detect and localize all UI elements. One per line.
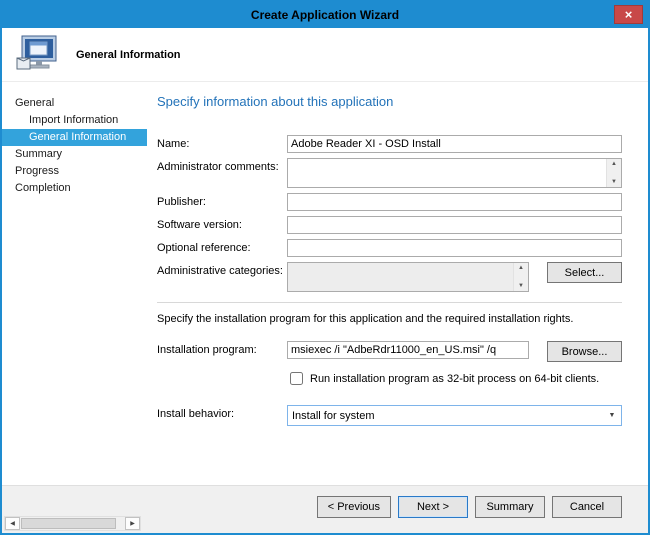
software-version-input[interactable] bbox=[287, 216, 622, 234]
software-version-label: Software version: bbox=[157, 216, 287, 231]
optional-reference-row: Optional reference: bbox=[157, 239, 622, 257]
administrative-categories-row: Administrative categories: ▲ ▼ Select... bbox=[157, 262, 622, 292]
select-button[interactable]: Select... bbox=[547, 262, 622, 283]
close-button[interactable]: × bbox=[614, 5, 643, 24]
name-row: Name: bbox=[157, 135, 622, 153]
publisher-input[interactable] bbox=[287, 193, 622, 211]
chevron-down-icon: ▼ bbox=[604, 407, 620, 424]
installation-program-row: Installation program: Browse... bbox=[157, 341, 622, 362]
scroll-up-icon: ▲ bbox=[611, 161, 617, 167]
run-32bit-row: Run installation program as 32-bit proce… bbox=[287, 372, 622, 385]
scroll-right-button[interactable]: ▶ bbox=[125, 517, 140, 530]
install-behavior-select[interactable]: Install for system ▼ bbox=[287, 405, 622, 426]
scrollbar-track[interactable] bbox=[20, 517, 125, 530]
page-title: Specify information about this applicati… bbox=[157, 94, 622, 109]
cancel-button[interactable]: Cancel bbox=[552, 496, 622, 518]
summary-button[interactable]: Summary bbox=[475, 496, 545, 518]
name-label: Name: bbox=[157, 135, 287, 150]
comments-scrollbar[interactable]: ▲ ▼ bbox=[606, 159, 621, 187]
categories-scrollbar: ▲ ▼ bbox=[513, 263, 528, 291]
scroll-left-icon: ◀ bbox=[10, 521, 15, 527]
wizard-nav: General Import Information General Infor… bbox=[2, 82, 147, 485]
software-version-row: Software version: bbox=[157, 216, 622, 234]
wizard-body: General Import Information General Infor… bbox=[2, 82, 648, 485]
run-32bit-label[interactable]: Run installation program as 32-bit proce… bbox=[310, 373, 599, 385]
administrative-categories-input: ▲ ▼ bbox=[287, 262, 529, 292]
header-title: General Information bbox=[76, 49, 181, 61]
administrator-comments-row: Administrator comments: ▲ ▼ bbox=[157, 158, 622, 188]
optional-reference-label: Optional reference: bbox=[157, 239, 287, 254]
next-button[interactable]: Next > bbox=[398, 496, 468, 518]
close-icon: × bbox=[625, 8, 633, 21]
sidebar-item-general[interactable]: General bbox=[2, 95, 147, 112]
scroll-left-button[interactable]: ◀ bbox=[5, 517, 20, 530]
administrative-categories-label: Administrative categories: bbox=[157, 262, 287, 277]
administrator-comments-label: Administrator comments: bbox=[157, 158, 287, 173]
publisher-row: Publisher: bbox=[157, 193, 622, 211]
window-title: Create Application Wizard bbox=[251, 8, 399, 22]
browse-button[interactable]: Browse... bbox=[547, 341, 622, 362]
scroll-up-icon: ▲ bbox=[518, 265, 524, 271]
application-icon bbox=[16, 35, 60, 75]
scroll-down-icon: ▼ bbox=[518, 283, 524, 289]
administrator-comments-input[interactable]: ▲ ▼ bbox=[287, 158, 622, 188]
wizard-header: General Information bbox=[2, 28, 648, 82]
scroll-right-icon: ▶ bbox=[130, 521, 135, 527]
installation-note: Specify the installation program for thi… bbox=[157, 313, 622, 325]
sidebar-item-completion[interactable]: Completion bbox=[2, 180, 147, 197]
sidebar-item-import-information[interactable]: Import Information bbox=[2, 112, 147, 129]
previous-button[interactable]: < Previous bbox=[317, 496, 391, 518]
wizard-page: Specify information about this applicati… bbox=[147, 82, 648, 485]
installation-program-label: Installation program: bbox=[157, 341, 287, 356]
scroll-down-icon: ▼ bbox=[611, 179, 617, 185]
scrollbar-thumb[interactable] bbox=[21, 518, 116, 529]
install-behavior-row: Install behavior: Install for system ▼ bbox=[157, 405, 622, 426]
administrator-comments-text bbox=[288, 159, 606, 187]
create-application-wizard-window: Create Application Wizard × General Info… bbox=[0, 0, 650, 535]
administrative-categories-text bbox=[288, 263, 513, 291]
name-input[interactable] bbox=[287, 135, 622, 153]
install-behavior-label: Install behavior: bbox=[157, 405, 287, 420]
optional-reference-input[interactable] bbox=[287, 239, 622, 257]
sidebar-item-summary[interactable]: Summary bbox=[2, 146, 147, 163]
sidebar-item-general-information[interactable]: General Information bbox=[2, 129, 147, 146]
nav-horizontal-scrollbar[interactable]: ◀ ▶ bbox=[4, 516, 141, 531]
sidebar-item-progress[interactable]: Progress bbox=[2, 163, 147, 180]
install-behavior-value: Install for system bbox=[292, 410, 375, 422]
run-32bit-checkbox[interactable] bbox=[290, 372, 303, 385]
installation-program-input[interactable] bbox=[287, 341, 529, 359]
section-divider bbox=[157, 302, 622, 303]
titlebar: Create Application Wizard × bbox=[2, 2, 648, 28]
publisher-label: Publisher: bbox=[157, 193, 287, 208]
